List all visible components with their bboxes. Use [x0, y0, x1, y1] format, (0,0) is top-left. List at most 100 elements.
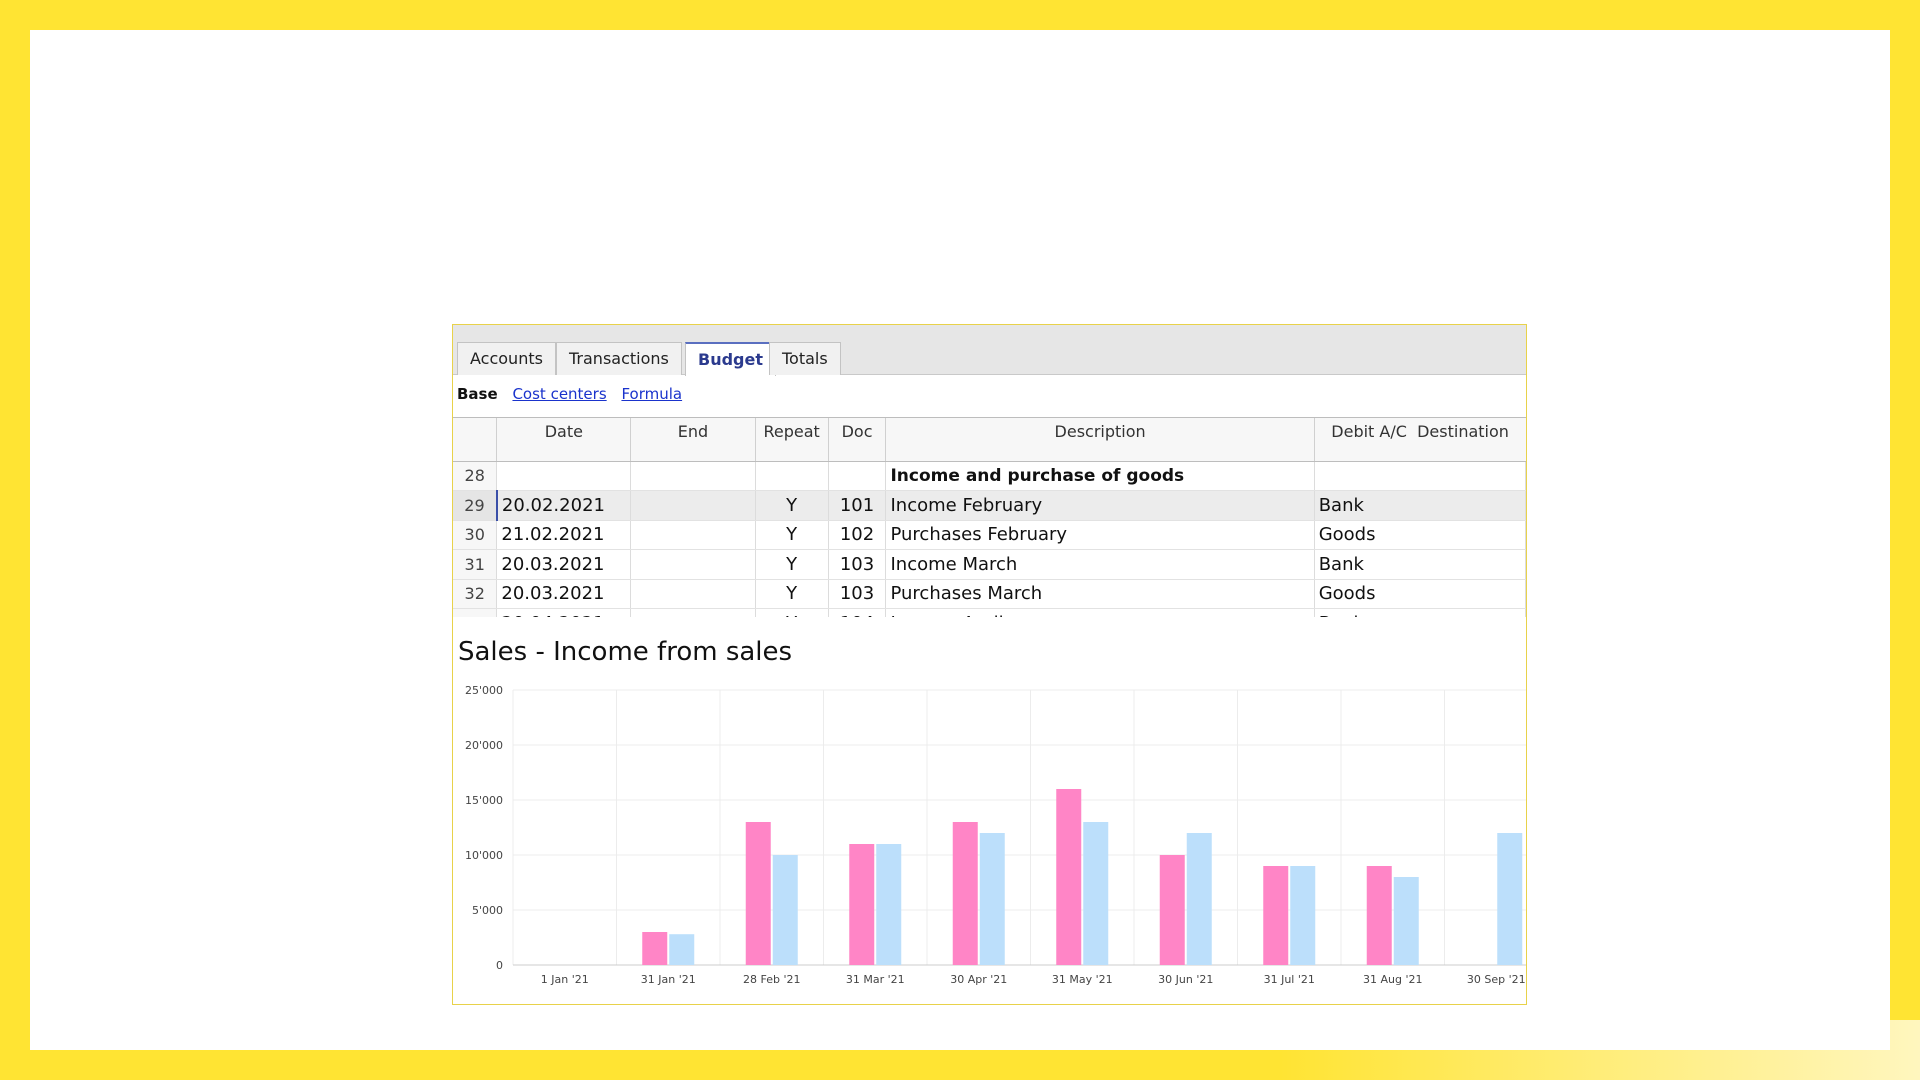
- cell-debit[interactable]: Bank: [1314, 490, 1526, 521]
- row-number: 30: [453, 520, 498, 550]
- y-tick-label: 10'000: [465, 849, 503, 862]
- row-number: 29: [453, 490, 498, 521]
- table-row[interactable]: 28 Income and purchase of goods: [453, 461, 1526, 491]
- y-tick-label: 0: [496, 959, 503, 972]
- view-base[interactable]: Base: [457, 385, 498, 403]
- y-tick-label: 15'000: [465, 794, 503, 807]
- table-row[interactable]: 29 20.02.2021 Y 101 Income February Bank: [453, 490, 1526, 521]
- chart-title: Sales - Income from sales: [458, 637, 793, 667]
- bar: [849, 844, 875, 965]
- tab-transactions[interactable]: Transactions: [556, 342, 682, 375]
- header-repeat[interactable]: Repeat: [755, 418, 829, 462]
- x-tick-label: 31 Jan '21: [641, 973, 696, 986]
- cell-end[interactable]: [630, 461, 756, 491]
- x-tick-label: 28 Feb '21: [743, 973, 801, 986]
- cell-repeat[interactable]: Y: [755, 608, 829, 617]
- x-tick-label: 31 Aug '21: [1363, 973, 1423, 986]
- cell-debit[interactable]: Bank: [1314, 549, 1526, 580]
- cell-description[interactable]: Income February: [885, 490, 1315, 521]
- cell-date[interactable]: 20.02.2021: [495, 490, 632, 521]
- cell-repeat[interactable]: Y: [755, 520, 829, 550]
- cell-date[interactable]: 20.03.2021: [496, 549, 632, 580]
- cell-description[interactable]: Income March: [885, 549, 1315, 580]
- cell-description[interactable]: Income and purchase of goods: [885, 461, 1315, 491]
- table-row[interactable]: 31 20.03.2021 Y 103 Income March Bank: [453, 549, 1526, 580]
- x-tick-label: 31 May '21: [1052, 973, 1113, 986]
- cell-doc[interactable]: 102: [828, 520, 887, 550]
- budget-table: Date End Repeat Doc Description Debit A/…: [453, 417, 1526, 617]
- cell-doc[interactable]: 104: [828, 608, 887, 617]
- cell-date[interactable]: 20.03.2021: [496, 579, 632, 609]
- header-rownum: [453, 418, 498, 462]
- row-number: 31: [453, 549, 498, 580]
- x-tick-label: 30 Apr '21: [950, 973, 1007, 986]
- cell-repeat[interactable]: Y: [755, 549, 829, 580]
- y-tick-label: 5'000: [472, 904, 503, 917]
- slide-canvas: Accounts Transactions Budget Totals Base…: [30, 30, 1890, 1050]
- bar: [1186, 833, 1212, 965]
- x-tick-label: 31 Mar '21: [846, 973, 905, 986]
- bar: [1263, 866, 1289, 965]
- cell-repeat[interactable]: [755, 461, 829, 491]
- cell-date[interactable]: 21.02.2021: [496, 520, 632, 550]
- cell-end[interactable]: [630, 579, 756, 609]
- x-tick-label: 30 Sep '21: [1467, 973, 1526, 986]
- table-row[interactable]: 32 20.03.2021 Y 103 Purchases March Good…: [453, 579, 1526, 609]
- tab-bar: Accounts Transactions Budget Totals: [453, 325, 1526, 376]
- header-description[interactable]: Description: [885, 418, 1315, 462]
- cell-description[interactable]: Purchases March: [885, 579, 1315, 609]
- header-end[interactable]: End: [630, 418, 756, 462]
- x-tick-label: 1 Jan '21: [541, 973, 589, 986]
- cell-repeat[interactable]: Y: [755, 579, 829, 609]
- cell-end[interactable]: [630, 608, 756, 617]
- bar: [642, 932, 668, 965]
- app-window: Accounts Transactions Budget Totals Base…: [452, 324, 1527, 1005]
- cell-debit[interactable]: [1314, 461, 1526, 491]
- cell-end[interactable]: [630, 549, 756, 580]
- row-number: 32: [453, 579, 498, 609]
- view-cost-centers-link[interactable]: Cost centers: [512, 385, 606, 403]
- cell-doc[interactable]: 103: [828, 549, 887, 580]
- row-number: 33: [453, 608, 498, 617]
- view-formula-link[interactable]: Formula: [621, 385, 682, 403]
- header-date[interactable]: Date: [496, 418, 632, 462]
- bar: [1366, 866, 1392, 965]
- cell-debit[interactable]: Goods: [1314, 520, 1526, 550]
- bar: [1159, 855, 1185, 965]
- tab-totals[interactable]: Totals: [769, 342, 841, 375]
- row-number: 28: [453, 461, 498, 491]
- x-tick-label: 31 Jul '21: [1264, 973, 1315, 986]
- cell-repeat[interactable]: Y: [755, 490, 829, 521]
- cell-description[interactable]: Purchases February: [885, 520, 1315, 550]
- tab-budget[interactable]: Budget: [685, 342, 776, 376]
- bar: [1290, 866, 1316, 965]
- cell-doc[interactable]: 103: [828, 579, 887, 609]
- cell-end[interactable]: [630, 490, 756, 521]
- tab-accounts[interactable]: Accounts: [457, 342, 556, 375]
- x-tick-label: 30 Jun '21: [1158, 973, 1213, 986]
- cell-date[interactable]: [496, 461, 632, 491]
- cell-debit[interactable]: Bank: [1314, 608, 1526, 617]
- bar: [745, 822, 771, 965]
- cell-doc[interactable]: [828, 461, 887, 491]
- bar: [1056, 789, 1082, 965]
- cell-date[interactable]: 20.04.2021: [496, 608, 632, 617]
- cell-end[interactable]: [630, 520, 756, 550]
- cell-doc[interactable]: 101: [828, 490, 887, 521]
- table-row[interactable]: 33 20.04.2021 Y 104 Income April Bank: [453, 608, 1526, 617]
- header-doc[interactable]: Doc: [828, 418, 887, 462]
- bar: [772, 855, 798, 965]
- table-header-row: Date End Repeat Doc Description Debit A/…: [453, 418, 1526, 462]
- header-destination: Destination: [1417, 422, 1509, 441]
- bar: [1083, 822, 1109, 965]
- header-debit-destination[interactable]: Debit A/C Destination: [1314, 418, 1526, 462]
- table-row[interactable]: 30 21.02.2021 Y 102 Purchases February G…: [453, 520, 1526, 550]
- cell-debit[interactable]: Goods: [1314, 579, 1526, 609]
- bar: [1393, 877, 1419, 965]
- bar: [1497, 833, 1523, 965]
- cell-description[interactable]: Income April: [885, 608, 1315, 617]
- bar: [669, 934, 695, 965]
- sales-bar-chart: 0 5'000 10'000 15'000 20'000 25'000 1 Jan '21 3…: [465, 684, 1526, 986]
- view-selector: Base Cost centers Formula: [457, 385, 692, 407]
- header-debit: Debit A/C: [1331, 422, 1407, 441]
